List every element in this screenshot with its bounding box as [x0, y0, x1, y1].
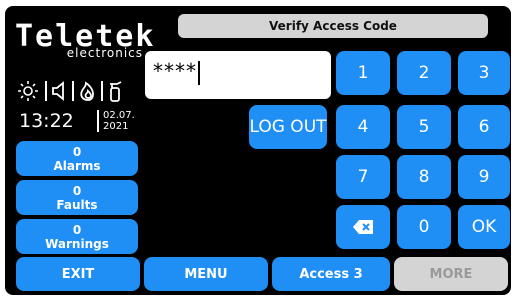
key-2[interactable]: 2: [397, 51, 451, 95]
warnings-button[interactable]: 0 Warnings: [16, 219, 138, 254]
exit-button[interactable]: EXIT: [16, 257, 140, 291]
text-caret: [198, 60, 200, 85]
menu-button[interactable]: MENU: [144, 257, 268, 291]
backspace-button[interactable]: [336, 205, 390, 249]
panel-screen: Teletek electronics 13:22 02.07. 2021 0 …: [5, 6, 511, 295]
access-level-button[interactable]: Access 3: [272, 257, 390, 291]
key-9[interactable]: 9: [458, 155, 510, 199]
clock-date-year: 2021: [103, 121, 129, 132]
warnings-count: 0: [72, 222, 82, 237]
logo-subtitle: electronics: [66, 46, 143, 60]
page-title: Verify Access Code: [178, 14, 488, 38]
access-code-input[interactable]: ****: [145, 51, 331, 99]
logout-button[interactable]: LOG OUT: [249, 105, 327, 149]
alarms-count: 0: [72, 144, 82, 159]
faults-count: 0: [72, 183, 82, 198]
warnings-label: Warnings: [45, 236, 109, 251]
separator: [45, 81, 47, 101]
key-3[interactable]: 3: [458, 51, 510, 95]
clock-date-day: 02.07.: [103, 110, 135, 121]
key-6[interactable]: 6: [458, 105, 510, 149]
clock-date: 02.07. 2021: [97, 110, 135, 132]
status-icons: [15, 78, 143, 104]
key-4[interactable]: 4: [336, 105, 390, 149]
fire-icon: [80, 81, 94, 101]
key-5[interactable]: 5: [397, 105, 451, 149]
separator: [101, 81, 103, 101]
alarms-button[interactable]: 0 Alarms: [16, 141, 138, 176]
speaker-icon: [52, 81, 64, 101]
more-button: MORE: [394, 257, 508, 291]
key-7[interactable]: 7: [336, 155, 390, 199]
alarms-label: Alarms: [53, 158, 101, 173]
ok-button[interactable]: OK: [458, 205, 510, 249]
clock-time: 13:22: [19, 110, 74, 132]
faults-label: Faults: [56, 197, 98, 212]
key-0[interactable]: 0: [397, 205, 451, 249]
backspace-icon: [353, 220, 373, 234]
key-1[interactable]: 1: [336, 51, 390, 95]
extinguisher-icon: [110, 81, 122, 102]
key-8[interactable]: 8: [397, 155, 451, 199]
access-code-value: ****: [153, 59, 197, 83]
faults-button[interactable]: 0 Faults: [16, 180, 138, 215]
separator: [72, 81, 74, 101]
sun-icon: [18, 81, 38, 101]
